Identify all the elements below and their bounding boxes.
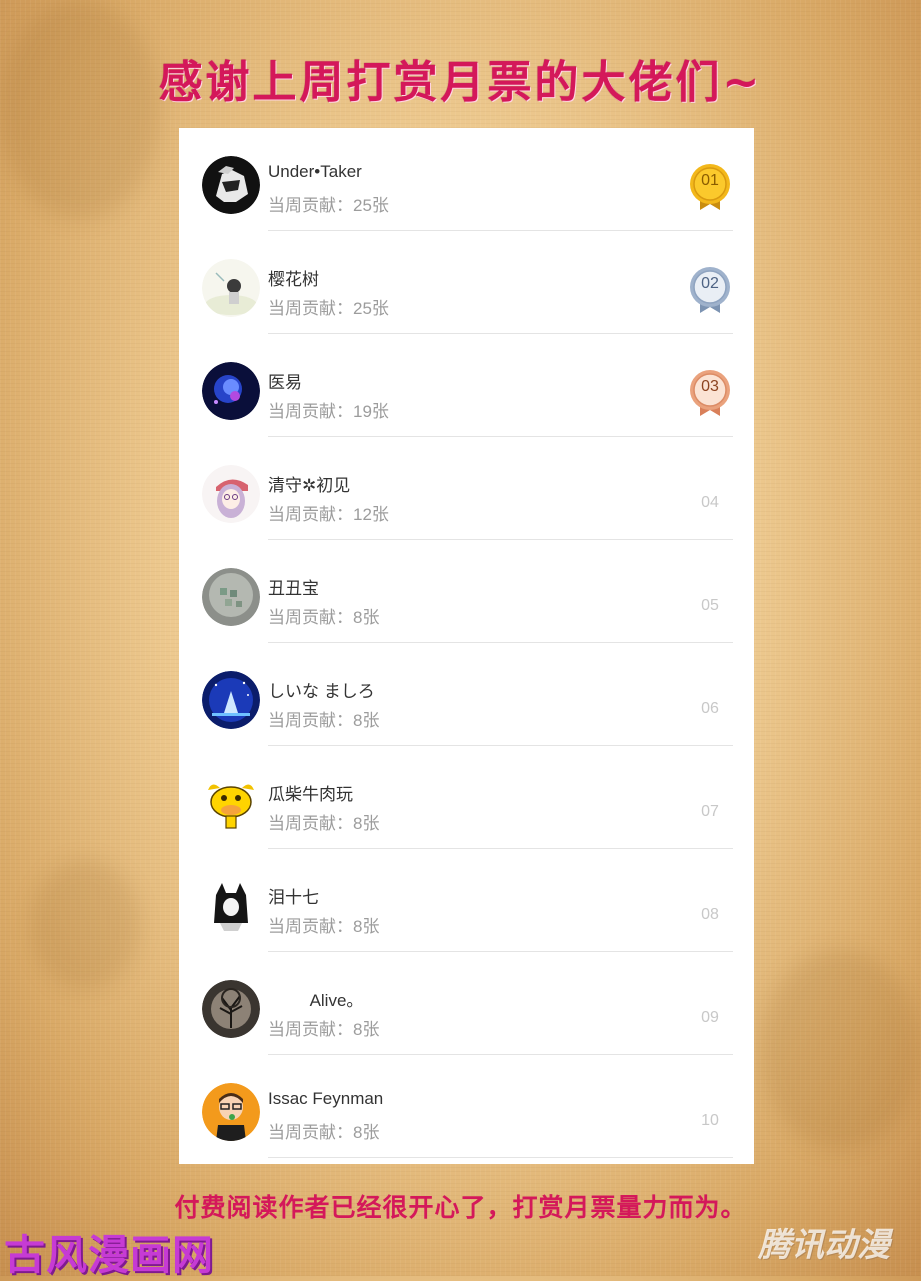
- ranking-row[interactable]: 医易 当周贡献：19张 03: [179, 334, 754, 437]
- username: 瓜柴牛肉玩: [268, 785, 353, 804]
- contribution-count: 当周贡献：8张: [268, 711, 380, 730]
- ranking-row[interactable]: Alive。 当周贡献：8张 09: [179, 952, 754, 1055]
- divider: [268, 1157, 733, 1158]
- contribution-count: 当周贡献：8张: [268, 814, 380, 833]
- ranking-row[interactable]: 泪十七 当周贡献：8张 08: [179, 849, 754, 952]
- paper-stain: [760, 950, 920, 1150]
- paper-stain: [30, 860, 140, 990]
- avatar[interactable]: [202, 1083, 260, 1141]
- platform-watermark: 腾讯动漫: [758, 1225, 890, 1264]
- ranking-row[interactable]: 清守✲初见 当周贡献：12张 04: [179, 437, 754, 540]
- rank-number: 10: [701, 1112, 719, 1129]
- avatar[interactable]: [202, 362, 260, 420]
- rank-number: 08: [701, 906, 719, 923]
- gold-medal-icon: 01: [689, 163, 731, 211]
- silver-medal-icon: 02: [689, 266, 731, 314]
- avatar[interactable]: [202, 568, 260, 626]
- paper-stain: [0, 0, 160, 220]
- ranking-row[interactable]: しいな ましろ 当周贡献：8张 06: [179, 643, 754, 746]
- username: Alive。: [268, 991, 364, 1010]
- username: Under•Taker: [268, 162, 362, 181]
- avatar[interactable]: [202, 877, 260, 935]
- username: 医易: [268, 373, 302, 392]
- contribution-count: 当周贡献：8张: [268, 1020, 380, 1039]
- avatar[interactable]: [202, 671, 260, 729]
- contribution-count: 当周贡献：19张: [268, 402, 389, 421]
- rank-number: 09: [701, 1009, 719, 1026]
- username: 清守✲初见: [268, 476, 351, 495]
- ranking-row[interactable]: 丑丑宝 当周贡献：8张 05: [179, 540, 754, 643]
- username: Issac Feynman: [268, 1089, 384, 1108]
- username: しいな ましろ: [268, 682, 375, 701]
- ranking-row[interactable]: 瓜柴牛肉玩 当周贡献：8张 07: [179, 746, 754, 849]
- avatar[interactable]: [202, 259, 260, 317]
- avatar[interactable]: [202, 980, 260, 1038]
- ranking-row[interactable]: 樱花树 当周贡献：25张 02: [179, 231, 754, 334]
- rank-label: 02: [701, 275, 719, 292]
- rank-number: 06: [701, 700, 719, 717]
- rank-label: 03: [701, 378, 719, 395]
- username: 丑丑宝: [268, 579, 319, 598]
- username: 泪十七: [268, 888, 319, 907]
- contribution-count: 当周贡献：8张: [268, 1123, 380, 1142]
- ranking-row[interactable]: Issac Feynman 当周贡献：8张 10: [179, 1055, 754, 1158]
- contribution-count: 当周贡献：25张: [268, 196, 389, 215]
- contribution-count: 当周贡献：12张: [268, 505, 389, 524]
- contribution-count: 当周贡献：25张: [268, 299, 389, 318]
- ranking-row[interactable]: Under•Taker 当周贡献：25张 01: [179, 128, 754, 231]
- contribution-count: 当周贡献：8张: [268, 917, 380, 936]
- contribution-count: 当周贡献：8张: [268, 608, 380, 627]
- ranking-list: Under•Taker 当周贡献：25张 01 樱花树 当周贡献：25张 02 …: [179, 128, 754, 1164]
- rank-number: 07: [701, 803, 719, 820]
- rank-number: 05: [701, 597, 719, 614]
- avatar[interactable]: [202, 156, 260, 214]
- page-title: 感谢上周打赏月票的大佬们~: [158, 57, 763, 108]
- username: 樱花树: [268, 270, 319, 289]
- avatar[interactable]: [202, 465, 260, 523]
- site-watermark: 古风漫画网: [4, 1231, 214, 1279]
- bronze-medal-icon: 03: [689, 369, 731, 417]
- rank-number: 04: [701, 494, 719, 511]
- avatar[interactable]: [202, 774, 260, 832]
- rank-label: 01: [701, 172, 719, 189]
